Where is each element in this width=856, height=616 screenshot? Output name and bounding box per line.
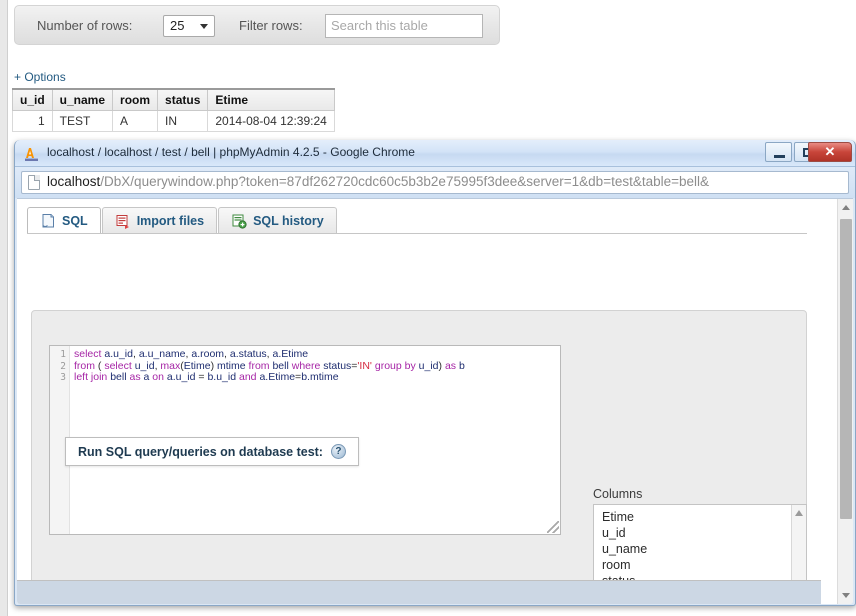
browser-toolbar: localhost/DbX/querywindow.php?token=87df… [15,167,855,198]
address-bar[interactable]: localhost/DbX/querywindow.php?token=87df… [21,171,849,194]
scroll-down-arrow-icon[interactable] [838,587,853,604]
scroll-up-arrow-icon[interactable] [838,199,853,216]
tabs-divider [27,233,807,234]
columns-label: Columns [593,487,643,501]
tab-sql[interactable]: SQL [27,207,101,234]
list-item[interactable]: Etime [594,509,790,525]
minimize-icon [774,155,785,158]
column-header-room[interactable]: room [112,88,159,111]
sql-history-icon [231,213,247,229]
cell-u-name: TEST [51,110,114,132]
column-header-status[interactable]: status [157,88,209,111]
tab-import-files-label: Import files [136,214,205,228]
close-icon: ✕ [824,144,836,159]
sql-heading-text: Run SQL query/queries on database test: [78,444,323,459]
tab-sql-label: SQL [62,214,88,228]
address-host: localhost [47,174,101,189]
page-vertical-scrollbar[interactable] [837,199,853,604]
page-document-icon [28,175,40,190]
query-window-tabs: SQL Import files SQL history [27,207,338,234]
cell-u-id: 1 [12,110,53,132]
line-number: 3 [60,372,66,383]
filter-rows-label: Filter rows: [239,18,303,33]
tab-sql-history-label: SQL history [253,214,324,228]
columns-items: Etime u_id u_name room status [594,509,790,589]
browser-viewport: SQL Import files SQL history Run SQL que… [17,198,853,604]
list-item[interactable]: u_name [594,541,790,557]
column-header-u-name[interactable]: u_name [51,88,114,111]
window-titlebar[interactable]: localhost / localhost / test / bell | ph… [15,140,855,167]
list-item[interactable]: u_id [594,525,790,541]
sql-code-line: left join bell as a on a.u_id = b.u_id a… [74,371,339,383]
options-toggle-link[interactable]: + Options [14,70,66,84]
results-toolbar-panel: Number of rows: 25 Filter rows: Search t… [14,5,500,45]
sql-code-text[interactable]: select a.u_id, a.u_name, a.room, a.statu… [74,348,558,384]
page-bottom-strip [17,580,821,604]
number-of-rows-label: Number of rows: [37,18,133,33]
query-window-page: SQL Import files SQL history Run SQL que… [17,199,837,604]
help-icon[interactable]: ? [330,444,346,459]
phpmyadmin-icon [23,145,40,162]
left-edge-strip [0,0,8,616]
minimize-button[interactable] [765,142,792,162]
scroll-up-arrow-icon[interactable] [795,510,803,516]
list-item[interactable]: room [594,557,790,573]
chrome-browser-window[interactable]: localhost / localhost / test / bell | ph… [14,140,856,606]
table-row: 1 TEST A IN 2014-08-04 12:39:24 [12,110,335,132]
resize-handle[interactable] [547,521,559,533]
number-of-rows-value: 25 [170,18,185,33]
column-header-etime[interactable]: Etime [207,88,335,111]
line-number: 1 [60,349,66,360]
scrollbar-thumb[interactable] [840,219,852,519]
sql-document-icon [40,213,56,229]
tab-sql-history[interactable]: SQL history [218,207,337,234]
import-file-icon [115,213,131,229]
chevron-down-icon [200,24,208,29]
address-path: /DbX/querywindow.php?token=87df262720cdc… [100,174,710,189]
line-number: 2 [60,360,66,372]
tab-import-files[interactable]: Import files [101,207,218,234]
number-of-rows-select[interactable]: 25 [163,15,215,37]
window-title-text: localhost / localhost / test / bell | ph… [47,145,415,159]
column-header-u-id[interactable]: u_id [12,88,53,111]
cell-status: IN [157,110,209,132]
filter-rows-input[interactable]: Search this table [325,14,483,38]
cell-room: A [112,110,159,132]
cell-etime: 2014-08-04 12:39:24 [207,110,335,132]
close-button[interactable]: ✕ [808,142,852,162]
sql-heading-box: Run SQL query/queries on database test: … [65,437,359,466]
table-header-row: u_id u_name room status Etime [12,88,335,111]
results-table: u_id u_name room status Etime 1 TEST A I… [12,88,335,132]
address-bar-text: localhost/DbX/querywindow.php?token=87df… [47,174,709,189]
